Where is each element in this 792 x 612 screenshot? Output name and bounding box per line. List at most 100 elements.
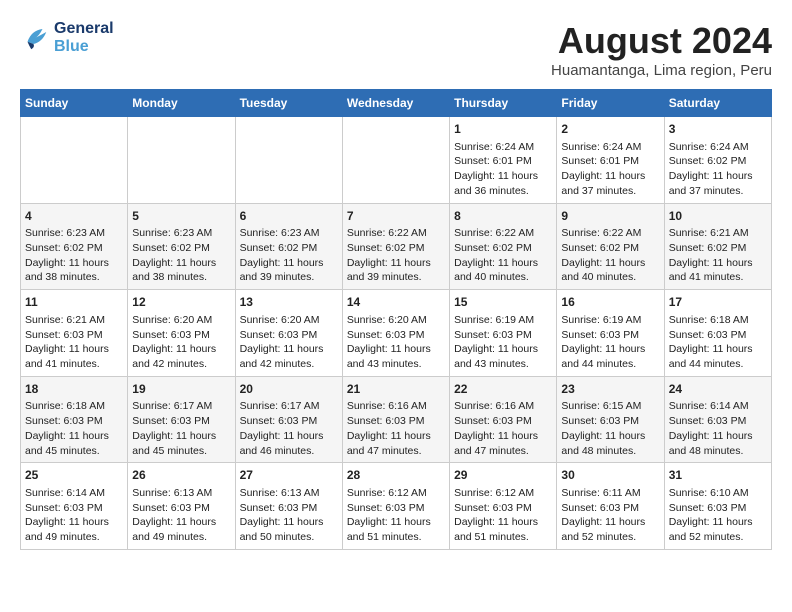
calendar-cell: 11Sunrise: 6:21 AMSunset: 6:03 PMDayligh… bbox=[21, 290, 128, 377]
day-number: 30 bbox=[561, 467, 659, 484]
sunrise: Sunrise: 6:20 AM bbox=[132, 314, 212, 326]
daylight: Daylight: 11 hours and 52 minutes. bbox=[669, 516, 753, 543]
sunset: Sunset: 6:03 PM bbox=[240, 329, 318, 341]
daylight: Daylight: 11 hours and 51 minutes. bbox=[347, 516, 431, 543]
sunset: Sunset: 6:02 PM bbox=[25, 242, 103, 254]
daylight: Daylight: 11 hours and 38 minutes. bbox=[25, 257, 109, 284]
sunrise: Sunrise: 6:22 AM bbox=[454, 227, 534, 239]
calendar-week: 11Sunrise: 6:21 AMSunset: 6:03 PMDayligh… bbox=[21, 290, 772, 377]
calendar-cell: 18Sunrise: 6:18 AMSunset: 6:03 PMDayligh… bbox=[21, 376, 128, 463]
sunset: Sunset: 6:02 PM bbox=[669, 242, 747, 254]
calendar-cell: 22Sunrise: 6:16 AMSunset: 6:03 PMDayligh… bbox=[450, 376, 557, 463]
sunset: Sunset: 6:03 PM bbox=[454, 329, 532, 341]
logo-icon bbox=[20, 23, 50, 53]
sunset: Sunset: 6:03 PM bbox=[240, 502, 318, 514]
calendar-cell: 13Sunrise: 6:20 AMSunset: 6:03 PMDayligh… bbox=[235, 290, 342, 377]
daylight: Daylight: 11 hours and 44 minutes. bbox=[561, 343, 645, 370]
sunset: Sunset: 6:03 PM bbox=[132, 502, 210, 514]
sunrise: Sunrise: 6:24 AM bbox=[561, 141, 641, 153]
day-number: 12 bbox=[132, 294, 230, 311]
calendar-cell: 23Sunrise: 6:15 AMSunset: 6:03 PMDayligh… bbox=[557, 376, 664, 463]
sunset: Sunset: 6:02 PM bbox=[132, 242, 210, 254]
calendar-cell: 27Sunrise: 6:13 AMSunset: 6:03 PMDayligh… bbox=[235, 463, 342, 550]
sunrise: Sunrise: 6:22 AM bbox=[347, 227, 427, 239]
sunrise: Sunrise: 6:21 AM bbox=[669, 227, 749, 239]
calendar-cell: 21Sunrise: 6:16 AMSunset: 6:03 PMDayligh… bbox=[342, 376, 449, 463]
day-header: Thursday bbox=[450, 90, 557, 117]
calendar-week: 4Sunrise: 6:23 AMSunset: 6:02 PMDaylight… bbox=[21, 203, 772, 290]
day-number: 29 bbox=[454, 467, 552, 484]
day-number: 6 bbox=[240, 208, 338, 225]
calendar-cell: 6Sunrise: 6:23 AMSunset: 6:02 PMDaylight… bbox=[235, 203, 342, 290]
day-number: 11 bbox=[25, 294, 123, 311]
day-number: 5 bbox=[132, 208, 230, 225]
calendar-cell: 8Sunrise: 6:22 AMSunset: 6:02 PMDaylight… bbox=[450, 203, 557, 290]
day-number: 2 bbox=[561, 121, 659, 138]
daylight: Daylight: 11 hours and 41 minutes. bbox=[25, 343, 109, 370]
daylight: Daylight: 11 hours and 43 minutes. bbox=[347, 343, 431, 370]
calendar-cell: 16Sunrise: 6:19 AMSunset: 6:03 PMDayligh… bbox=[557, 290, 664, 377]
day-number: 23 bbox=[561, 381, 659, 398]
daylight: Daylight: 11 hours and 47 minutes. bbox=[347, 430, 431, 457]
calendar-cell: 25Sunrise: 6:14 AMSunset: 6:03 PMDayligh… bbox=[21, 463, 128, 550]
calendar-cell: 30Sunrise: 6:11 AMSunset: 6:03 PMDayligh… bbox=[557, 463, 664, 550]
sunset: Sunset: 6:03 PM bbox=[347, 502, 425, 514]
sunrise: Sunrise: 6:17 AM bbox=[132, 400, 212, 412]
day-header: Sunday bbox=[21, 90, 128, 117]
daylight: Daylight: 11 hours and 42 minutes. bbox=[240, 343, 324, 370]
calendar-cell: 20Sunrise: 6:17 AMSunset: 6:03 PMDayligh… bbox=[235, 376, 342, 463]
day-number: 7 bbox=[347, 208, 445, 225]
subtitle: Huamantanga, Lima region, Peru bbox=[551, 62, 772, 79]
sunset: Sunset: 6:03 PM bbox=[669, 329, 747, 341]
sunrise: Sunrise: 6:13 AM bbox=[240, 487, 320, 499]
logo: General Blue bbox=[20, 20, 114, 56]
sunset: Sunset: 6:03 PM bbox=[25, 502, 103, 514]
calendar-cell: 1Sunrise: 6:24 AMSunset: 6:01 PMDaylight… bbox=[450, 117, 557, 204]
sunrise: Sunrise: 6:14 AM bbox=[669, 400, 749, 412]
daylight: Daylight: 11 hours and 43 minutes. bbox=[454, 343, 538, 370]
day-number: 17 bbox=[669, 294, 767, 311]
daylight: Daylight: 11 hours and 36 minutes. bbox=[454, 170, 538, 197]
sunrise: Sunrise: 6:22 AM bbox=[561, 227, 641, 239]
sunset: Sunset: 6:02 PM bbox=[669, 155, 747, 167]
calendar-cell: 10Sunrise: 6:21 AMSunset: 6:02 PMDayligh… bbox=[664, 203, 771, 290]
day-number: 27 bbox=[240, 467, 338, 484]
sunrise: Sunrise: 6:13 AM bbox=[132, 487, 212, 499]
daylight: Daylight: 11 hours and 52 minutes. bbox=[561, 516, 645, 543]
sunrise: Sunrise: 6:19 AM bbox=[454, 314, 534, 326]
sunset: Sunset: 6:03 PM bbox=[132, 329, 210, 341]
sunrise: Sunrise: 6:18 AM bbox=[669, 314, 749, 326]
page-header: General Blue August 2024 Huamantanga, Li… bbox=[20, 20, 772, 79]
calendar-cell: 9Sunrise: 6:22 AMSunset: 6:02 PMDaylight… bbox=[557, 203, 664, 290]
day-number: 13 bbox=[240, 294, 338, 311]
daylight: Daylight: 11 hours and 42 minutes. bbox=[132, 343, 216, 370]
sunrise: Sunrise: 6:24 AM bbox=[454, 141, 534, 153]
logo-text: General Blue bbox=[54, 20, 114, 56]
calendar-header: SundayMondayTuesdayWednesdayThursdayFrid… bbox=[21, 90, 772, 117]
day-number: 1 bbox=[454, 121, 552, 138]
sunset: Sunset: 6:03 PM bbox=[347, 415, 425, 427]
sunrise: Sunrise: 6:23 AM bbox=[240, 227, 320, 239]
daylight: Daylight: 11 hours and 37 minutes. bbox=[561, 170, 645, 197]
sunset: Sunset: 6:03 PM bbox=[240, 415, 318, 427]
daylight: Daylight: 11 hours and 51 minutes. bbox=[454, 516, 538, 543]
calendar-cell: 29Sunrise: 6:12 AMSunset: 6:03 PMDayligh… bbox=[450, 463, 557, 550]
daylight: Daylight: 11 hours and 37 minutes. bbox=[669, 170, 753, 197]
sunrise: Sunrise: 6:12 AM bbox=[347, 487, 427, 499]
sunset: Sunset: 6:03 PM bbox=[561, 415, 639, 427]
daylight: Daylight: 11 hours and 49 minutes. bbox=[132, 516, 216, 543]
calendar-week: 18Sunrise: 6:18 AMSunset: 6:03 PMDayligh… bbox=[21, 376, 772, 463]
sunrise: Sunrise: 6:16 AM bbox=[347, 400, 427, 412]
sunrise: Sunrise: 6:17 AM bbox=[240, 400, 320, 412]
sunset: Sunset: 6:03 PM bbox=[347, 329, 425, 341]
day-number: 25 bbox=[25, 467, 123, 484]
day-number: 20 bbox=[240, 381, 338, 398]
daylight: Daylight: 11 hours and 48 minutes. bbox=[561, 430, 645, 457]
title-section: August 2024 Huamantanga, Lima region, Pe… bbox=[551, 20, 772, 79]
day-number: 31 bbox=[669, 467, 767, 484]
calendar-cell: 5Sunrise: 6:23 AMSunset: 6:02 PMDaylight… bbox=[128, 203, 235, 290]
calendar-cell bbox=[235, 117, 342, 204]
daylight: Daylight: 11 hours and 48 minutes. bbox=[669, 430, 753, 457]
day-header: Monday bbox=[128, 90, 235, 117]
calendar-cell bbox=[342, 117, 449, 204]
